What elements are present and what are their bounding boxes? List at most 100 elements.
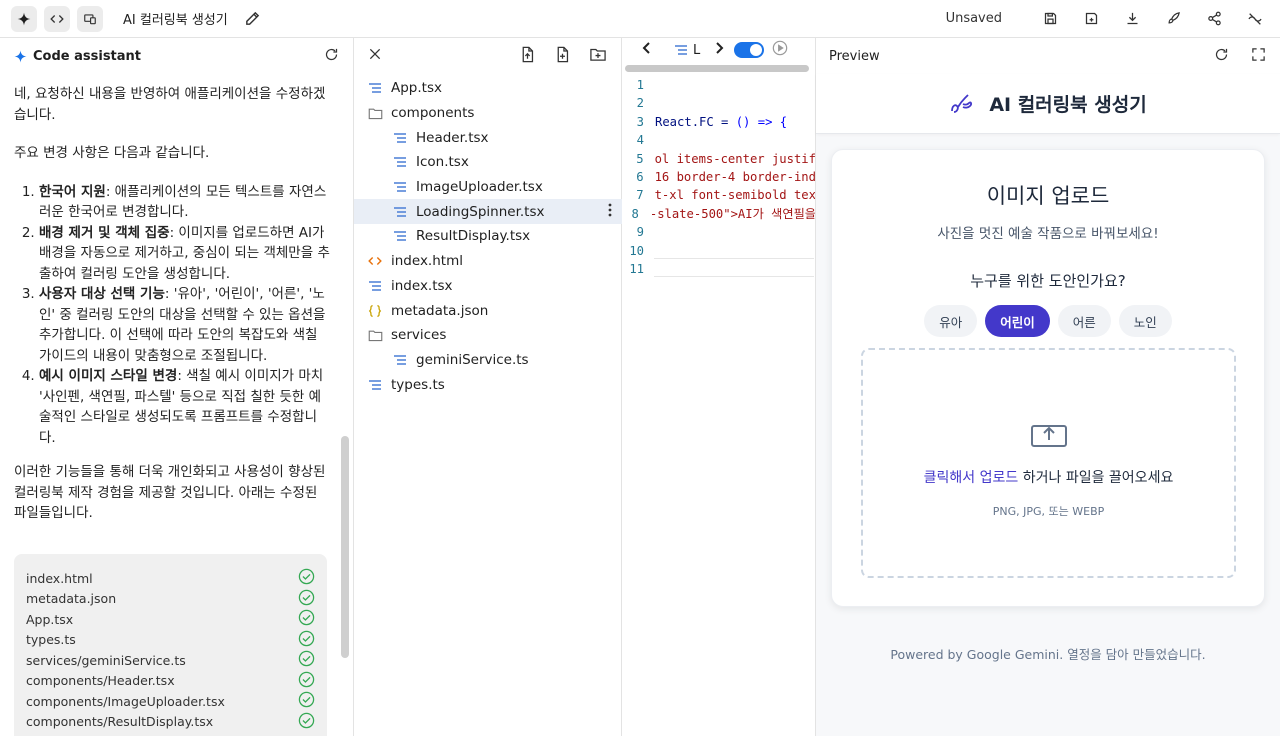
check-circle-icon — [298, 589, 315, 609]
editor-horizontal-scrollbar[interactable] — [625, 65, 809, 72]
line-number: 5 — [636, 151, 644, 166]
disconnect-button[interactable] — [1244, 8, 1266, 30]
pencil-icon — [245, 11, 259, 25]
changed-file-row[interactable]: components/Header.tsx — [26, 671, 315, 692]
preview-header: Preview — [816, 38, 1280, 74]
list-item: 배경 제거 및 객체 집중: 이미지를 업로드하면 AI가 배경을 자동으로 제… — [39, 223, 330, 285]
download-icon — [1127, 12, 1137, 25]
file-list: App.tsx components Header.tsx Icon.tsx Image… — [354, 76, 622, 397]
tree-item-label: metadata.json — [391, 302, 489, 319]
changed-file-row[interactable]: components/ResultDisplay.tsx — [26, 712, 315, 733]
code-token: React — [655, 114, 692, 129]
chat-scrollbar[interactable] — [341, 436, 349, 658]
item-title: 배경 제거 및 객체 집중 — [39, 224, 170, 241]
edit-title-button[interactable] — [244, 10, 261, 27]
device-preview-button[interactable] — [77, 5, 103, 32]
code-token: 16 border-4 border-ind — [654, 169, 816, 184]
upload-title: 이미지 업로드 — [986, 184, 1110, 208]
preview-refresh-button[interactable] — [1214, 47, 1229, 66]
tree-file[interactable]: metadata.json — [354, 298, 622, 323]
code-line[interactable]: 10 — [622, 242, 815, 260]
close-icon — [369, 48, 381, 60]
code-view-button[interactable] — [44, 5, 70, 32]
tree-file[interactable]: index.tsx — [354, 274, 622, 299]
changed-file-row[interactable]: services/geminiService.ts — [26, 650, 315, 671]
close-tree-button[interactable] — [368, 47, 382, 65]
fullscreen-button[interactable] — [1251, 47, 1266, 66]
check-circle-icon — [298, 712, 315, 732]
file-lines-icon — [675, 45, 687, 55]
tree-file[interactable]: ImageUploader.tsx — [354, 175, 622, 200]
upload-file-button[interactable] — [519, 46, 536, 67]
rocket-icon — [1167, 12, 1180, 24]
tab-scroll-left[interactable] — [642, 42, 652, 58]
changed-file-row[interactable]: metadata.json — [26, 589, 315, 610]
code-line[interactable]: 2 — [622, 94, 815, 112]
audience-question: 누구를 위한 도안인가요? — [970, 272, 1126, 290]
tree-file[interactable]: ResultDisplay.tsx — [354, 224, 622, 249]
changed-file-row[interactable]: index.html — [26, 568, 315, 589]
live-toggle[interactable] — [734, 42, 765, 58]
download-button[interactable] — [1121, 8, 1143, 30]
check-circle-icon — [298, 568, 315, 588]
code-token: .FC = — [691, 114, 736, 129]
code-line[interactable]: 4 — [622, 131, 815, 149]
more-options-icon[interactable] — [608, 203, 612, 221]
changed-file-name: index.html — [26, 570, 93, 586]
deploy-button[interactable] — [1162, 8, 1184, 30]
file-lines-icon — [392, 130, 408, 146]
line-number: 2 — [636, 96, 644, 111]
code-line[interactable]: 7 t-xl font-semibold tex — [622, 186, 815, 204]
save-copy-button[interactable] — [1080, 8, 1102, 30]
audience-option[interactable]: 어린이 — [985, 305, 1050, 337]
tab-scroll-right[interactable] — [714, 42, 724, 58]
audience-option[interactable]: 노인 — [1118, 305, 1172, 337]
upload-dropzone[interactable]: 클릭해서 업로드 하거나 파일을 끌어오세요 PNG, JPG, 또는 WEBP — [861, 348, 1236, 578]
code-line[interactable]: 8 -slate-500">AI가 색연필을 — [622, 205, 815, 223]
new-file-button[interactable] — [554, 46, 571, 67]
app-name: AI 컬러링북 생성기 — [989, 94, 1147, 116]
audience-option[interactable]: 어른 — [1057, 305, 1111, 337]
line-number: 3 — [636, 114, 644, 129]
save-status: Unsaved — [945, 11, 1002, 26]
tree-file[interactable]: Header.tsx — [354, 125, 622, 150]
devices-icon — [84, 13, 96, 24]
tree-file[interactable]: LoadingSpinner.tsx — [354, 199, 622, 225]
folder-add-icon — [590, 48, 606, 61]
sparkle-icon — [14, 50, 27, 62]
tree-file[interactable]: App.tsx — [354, 76, 622, 101]
changed-file-row[interactable]: types.ts — [26, 630, 315, 651]
code-line[interactable]: 6 16 border-4 border-ind — [622, 168, 816, 186]
editor-tab[interactable]: L — [674, 43, 700, 58]
tree-file[interactable]: index.html — [354, 249, 622, 274]
tree-folder[interactable]: services — [354, 323, 622, 348]
upload-link[interactable]: 클릭해서 업로드 — [924, 470, 1019, 486]
changed-file-row[interactable]: components/ImageUploader.tsx — [26, 691, 315, 712]
code-line[interactable]: 3 React .FC = () => { — [622, 113, 815, 131]
json-braces-icon — [367, 303, 383, 319]
tree-item-label: services — [391, 327, 447, 344]
chat-refresh-button[interactable] — [324, 47, 339, 66]
run-button[interactable] — [772, 40, 788, 60]
tree-file[interactable]: geminiService.ts — [354, 348, 622, 373]
code-line[interactable]: 11 — [622, 260, 815, 278]
upload-card: 이미지 업로드 사진을 멋진 예술 작품으로 바꿔보세요! 누구를 위한 도안인… — [831, 149, 1265, 607]
folder-icon — [367, 105, 383, 121]
file-lines-icon — [392, 228, 408, 244]
share-button[interactable] — [1203, 8, 1225, 30]
save-button[interactable] — [1039, 8, 1061, 30]
code-line[interactable]: 5 ol items-center justif — [622, 150, 815, 168]
tree-file[interactable]: types.ts — [354, 372, 622, 397]
tree-file[interactable]: Icon.tsx — [354, 150, 622, 175]
new-folder-button[interactable] — [589, 46, 607, 67]
changes-list: 한국어 지원: 애플리케이션의 모든 텍스트를 자연스러운 한국어로 변경합니다… — [14, 182, 330, 449]
code-line[interactable]: 9 — [622, 223, 815, 241]
tree-item-label: geminiService.ts — [416, 351, 529, 368]
audience-option[interactable]: 유아 — [924, 305, 978, 337]
chat-header: Code assistant — [0, 38, 353, 74]
changed-file-row[interactable]: App.tsx — [26, 609, 315, 630]
code-line[interactable]: 1 — [622, 76, 815, 94]
item-title: 한국어 지원 — [39, 183, 106, 200]
sparkle-menu-button[interactable] — [11, 5, 37, 32]
tree-folder[interactable]: components — [354, 101, 622, 126]
